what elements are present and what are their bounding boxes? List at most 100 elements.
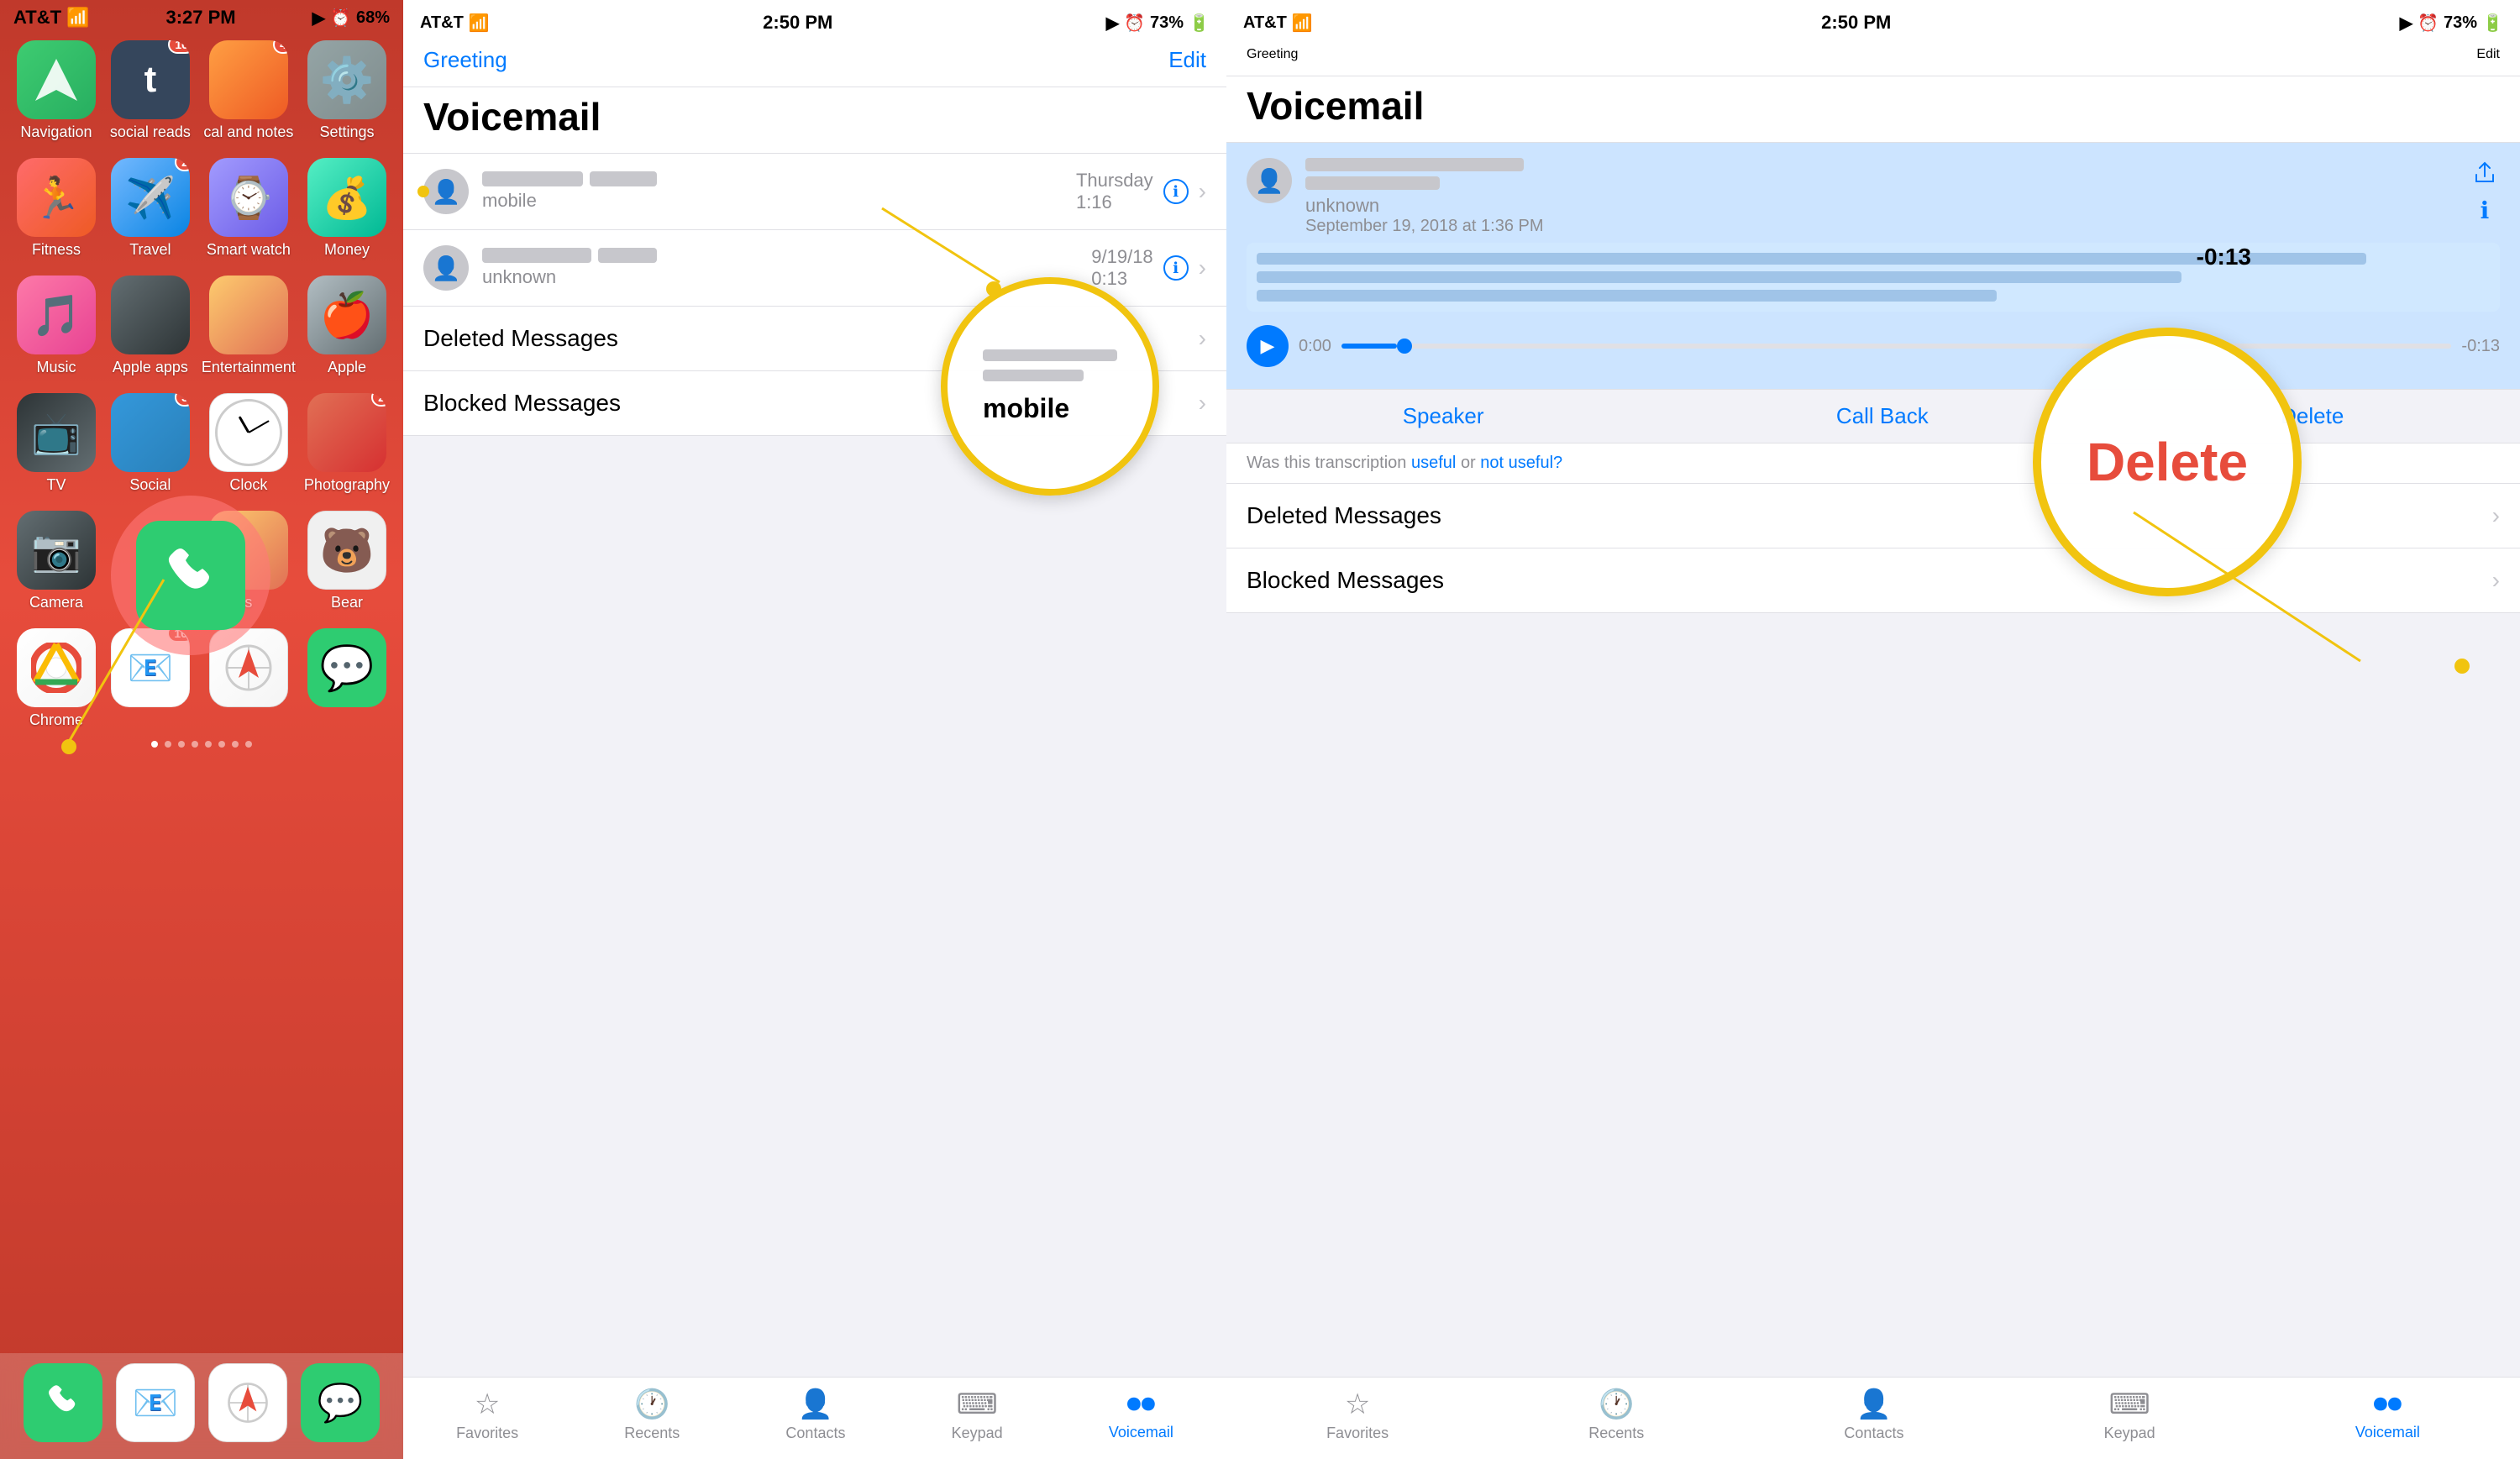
tab-favorites-detail[interactable]: ☆ Favorites [1326, 1388, 1389, 1442]
app-navigation[interactable]: Navigation [13, 40, 99, 141]
app-icon-entertainment[interactable] [209, 276, 288, 354]
app-photography[interactable]: 2 Photography [304, 393, 390, 494]
app-chrome[interactable]: Chrome [13, 628, 99, 729]
dock-safari[interactable] [208, 1363, 287, 1442]
app-money[interactable]: 💰 Money [304, 158, 390, 259]
clock-hand-minute [248, 420, 269, 433]
clock-hand-hour [239, 416, 250, 433]
app-icon-cal-notes[interactable]: 4 [209, 40, 288, 119]
tab-bar-detail: ☆ Favorites 🕐 Recents 👤 Contacts ⌨ Keypa… [1226, 1377, 2520, 1459]
app-icon-messages-grid[interactable]: 💬 [307, 628, 386, 707]
wifi-icon-vm: 📶 [469, 13, 490, 34]
app-icon-apple[interactable]: 🍎 [307, 276, 386, 354]
app-entertainment[interactable]: Entertainment [202, 276, 296, 376]
yellow-dot-annotation-home [61, 739, 76, 754]
tab-contacts-detail[interactable]: 👤 Contacts [1844, 1388, 1903, 1442]
app-camera[interactable]: 📷 Camera [13, 511, 99, 611]
app-social[interactable]: 3 Social [108, 393, 193, 494]
app-icon-apple-apps[interactable] [111, 276, 190, 354]
tab-voicemail-detail[interactable]: ⏺⏺ Voicemail [2355, 1388, 2420, 1442]
app-apple-apps[interactable]: Apple apps [108, 276, 193, 376]
wifi-icon-detail: 📶 [1292, 13, 1313, 34]
greeting-detail[interactable]: Greeting [1247, 47, 1298, 62]
app-icon-bear[interactable]: 🐻 [307, 511, 386, 590]
badge-social: 3 [175, 393, 190, 407]
status-bar-vm: AT&T 📶 2:50 PM ▶ ⏰ 73% 🔋 [403, 0, 1226, 40]
selected-vm-name-blur [1305, 158, 1524, 171]
app-settings[interactable]: ⚙️ Settings [304, 40, 390, 141]
app-icon-travel[interactable]: ✈️ 2 [111, 158, 190, 237]
speaker-button[interactable]: Speaker [1403, 403, 1484, 429]
app-label-chrome: Chrome [29, 711, 83, 729]
app-icon-social[interactable]: 3 [111, 393, 190, 472]
tab-keypad-vm[interactable]: ⌨ Keypad [952, 1388, 1003, 1442]
app-fitness[interactable]: 🏃 Fitness [13, 158, 99, 259]
selected-vm-top: 👤 unknown September 19, 2018 at 1:36 PM … [1247, 158, 2500, 236]
dock-mail[interactable]: 📧 [116, 1363, 195, 1442]
share-icon[interactable] [2470, 158, 2500, 188]
progress-dot [1397, 339, 1412, 354]
dock-messages[interactable]: 💬 [301, 1363, 380, 1442]
app-apple[interactable]: 🍎 Apple [304, 276, 390, 376]
app-icon-camera[interactable]: 📷 [17, 511, 96, 590]
page-dot-8 [245, 741, 252, 748]
app-icon-tv[interactable]: 📺 [17, 393, 96, 472]
app-cal-notes[interactable]: 4 cal and notes [202, 40, 296, 141]
app-icon-chrome[interactable] [17, 628, 96, 707]
deleted-messages-detail[interactable]: Deleted Messages › [1226, 484, 2520, 548]
time-end: -0:13 [2461, 337, 2500, 356]
app-bear[interactable]: 🐻 Bear [304, 511, 390, 611]
app-music[interactable]: 🎵 Music [13, 276, 99, 376]
edit-link[interactable]: Edit [1168, 47, 1206, 73]
tab-contacts-vm[interactable]: 👤 Contacts [785, 1388, 845, 1442]
greeting-link[interactable]: Greeting [423, 47, 507, 73]
vm-item-1[interactable]: 👤 mobile Thursday 1:16 ℹ › [403, 154, 1226, 230]
page-dot-5 [205, 741, 212, 748]
tab-voicemail-vm[interactable]: ⏺⏺ Voicemail [1109, 1388, 1173, 1442]
detail-info-icon[interactable]: ℹ [2470, 195, 2500, 225]
app-icon-smartwatch[interactable]: ⌚ [209, 158, 288, 237]
blocked-chevron: › [1199, 390, 1206, 417]
tab-keypad-detail[interactable]: ⌨ Keypad [2104, 1388, 2155, 1442]
app-icon-music[interactable]: 🎵 [17, 276, 96, 354]
selected-vm-item[interactable]: 👤 unknown September 19, 2018 at 1:36 PM … [1226, 143, 2520, 390]
useful-link[interactable]: useful [1411, 454, 1456, 472]
tab-recents-detail[interactable]: 🕐 Recents [1588, 1388, 1644, 1442]
tab-favorites-vm[interactable]: ☆ Favorites [456, 1388, 518, 1442]
progress-bar[interactable] [1341, 344, 2451, 349]
app-icon-settings[interactable]: ⚙️ [307, 40, 386, 119]
yellow-dot-vm1 [986, 281, 1001, 297]
app-social-reads[interactable]: t 16 social reads [108, 40, 193, 141]
contacts-icon-detail: 👤 [1856, 1388, 1892, 1421]
phone-app-icon[interactable] [136, 521, 245, 630]
app-icon-clock[interactable] [209, 393, 288, 472]
app-travel[interactable]: ✈️ 2 Travel [108, 158, 193, 259]
app-smartwatch[interactable]: ⌚ Smart watch [202, 158, 296, 259]
tab-recents-vm[interactable]: 🕐 Recents [624, 1388, 680, 1442]
tab-label-voicemail-vm: Voicemail [1109, 1424, 1173, 1441]
app-clock[interactable]: Clock [202, 393, 296, 494]
dock-phone[interactable] [24, 1363, 102, 1442]
selected-vm-name-blur2 [1305, 176, 1440, 190]
app-icon-money[interactable]: 💰 [307, 158, 386, 237]
vm-info-icon-2[interactable]: ℹ [1163, 255, 1189, 281]
play-button[interactable]: ▶ [1247, 325, 1289, 367]
page-dot-4 [192, 741, 198, 748]
blocked-messages-detail[interactable]: Blocked Messages › [1226, 548, 2520, 613]
app-icon-navigation[interactable] [17, 40, 96, 119]
app-icon-photography[interactable]: 2 [307, 393, 386, 472]
app-icon-social-reads[interactable]: t 16 [111, 40, 190, 119]
not-useful-link[interactable]: not useful? [1480, 454, 1562, 472]
detail-title: Voicemail [1247, 83, 2500, 129]
app-tv[interactable]: 📺 TV [13, 393, 99, 494]
vm-avatar-dot-1 [417, 186, 429, 197]
keypad-icon-detail: ⌨ [2109, 1388, 2150, 1421]
app-label-entertainment: Entertainment [202, 359, 296, 376]
app-messages-grid[interactable]: 💬 [304, 628, 390, 729]
carrier-vm: AT&T [420, 13, 464, 33]
edit-detail[interactable]: Edit [2476, 47, 2500, 62]
vm-info-icon-1[interactable]: ℹ [1163, 179, 1189, 204]
app-icon-fitness[interactable]: 🏃 [17, 158, 96, 237]
callback-button[interactable]: Call Back [1836, 403, 1929, 429]
vm-circle-blur-1 [983, 349, 1117, 361]
